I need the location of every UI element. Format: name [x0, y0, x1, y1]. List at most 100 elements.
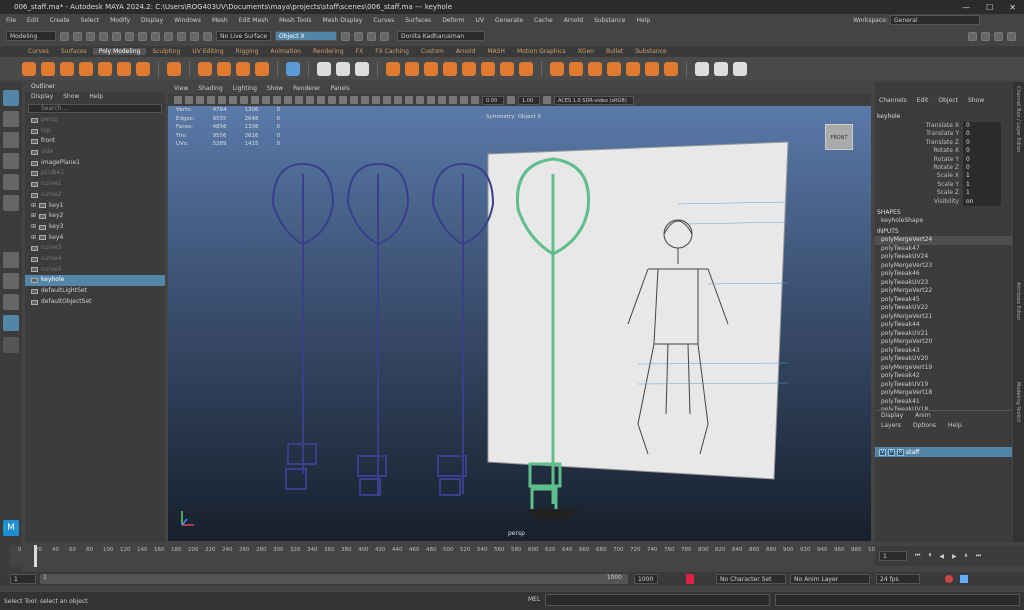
outliner-item[interactable]: curve5: [25, 265, 165, 276]
outliner-menu-help[interactable]: Help: [89, 92, 103, 102]
channel-attribute-row[interactable]: Rotate X0: [875, 147, 1012, 156]
channel-attribute-name[interactable]: Visibility: [875, 198, 963, 206]
reduce-icon[interactable]: [714, 61, 728, 76]
connect-icon[interactable]: [645, 61, 659, 76]
menu-surfaces[interactable]: Surfaces: [405, 17, 431, 24]
outliner-menu-display[interactable]: Display: [31, 92, 53, 102]
play-backwards-icon[interactable]: ◀: [939, 553, 944, 560]
close-button[interactable]: ✕: [1009, 3, 1016, 12]
target-weld-icon[interactable]: [519, 61, 533, 76]
shelf-tab-rigging[interactable]: Rigging: [230, 48, 265, 55]
outliner-item[interactable]: curve3: [25, 243, 165, 254]
channel-attribute-value[interactable]: 0: [963, 122, 1001, 131]
outliner-search-input[interactable]: Search...: [28, 104, 162, 113]
menu-create[interactable]: Create: [50, 17, 70, 24]
channel-attribute-value[interactable]: 0: [963, 155, 1001, 164]
outliner-item[interactable]: ⊞ key2: [25, 211, 165, 222]
channel-attribute-name[interactable]: Translate X: [875, 122, 963, 130]
layer-menu-options[interactable]: Options: [913, 421, 936, 431]
channel-attribute-row[interactable]: Translate Y0: [875, 130, 1012, 139]
menu-help[interactable]: Help: [637, 17, 651, 24]
layer-menu-layers[interactable]: Layers: [881, 421, 901, 431]
input-node[interactable]: polyMergeVert18: [875, 389, 1012, 398]
tool-settings-icon[interactable]: [994, 31, 1003, 41]
symmetry-dropdown[interactable]: Object X: [275, 31, 337, 41]
outliner-item[interactable]: pCube1: [25, 168, 165, 179]
bevel-icon[interactable]: [443, 61, 457, 76]
range-slider[interactable]: 1 1000: [40, 574, 628, 584]
sweep-mesh-icon[interactable]: [217, 61, 231, 76]
render-settings-icon[interactable]: [367, 31, 376, 41]
shelf-tab-arnold[interactable]: Arnold: [450, 48, 481, 55]
four-view-icon[interactable]: [3, 273, 19, 289]
rotate-tool-icon[interactable]: [3, 174, 19, 190]
insert-edge-loop-icon[interactable]: [569, 61, 583, 76]
expand-icon[interactable]: ⊞: [31, 201, 36, 212]
shelf-tab-animation[interactable]: Animation: [264, 48, 307, 55]
shelf-tab-curves[interactable]: Curves: [22, 48, 55, 55]
attribute-editor-icon[interactable]: [981, 31, 990, 41]
menu-file[interactable]: File: [6, 17, 16, 24]
menu-substance[interactable]: Substance: [594, 17, 625, 24]
input-node[interactable]: polyTweak42: [875, 372, 1012, 381]
outliner-item[interactable]: curve4: [25, 254, 165, 265]
input-node[interactable]: polyMergeVert20: [875, 338, 1012, 347]
merge-icon[interactable]: [500, 61, 514, 76]
image-plane[interactable]: [487, 141, 789, 480]
character-set-field[interactable]: No Character Set: [716, 574, 786, 584]
channel-attribute-value[interactable]: 1: [963, 172, 1001, 181]
channel-attribute-value[interactable]: 0: [963, 138, 1001, 148]
menu-edit-mesh[interactable]: Edit Mesh: [239, 17, 268, 24]
keyframe-prefs-icon[interactable]: [960, 575, 968, 583]
outliner-item[interactable]: curve2: [25, 190, 165, 201]
select-object-icon[interactable]: [125, 31, 134, 41]
layer-reference-toggle[interactable]: R: [897, 448, 904, 456]
shelf-tab-motion-graphics[interactable]: Motion Graphics: [511, 48, 572, 55]
undo-icon[interactable]: [86, 31, 95, 41]
layer-tab-anim[interactable]: Anim: [915, 411, 930, 421]
channel-attribute-value[interactable]: 0: [963, 130, 1001, 139]
hypershade-icon[interactable]: [380, 31, 389, 41]
input-node[interactable]: polyTweak46: [875, 270, 1012, 279]
live-surface-field[interactable]: No Live Surface: [216, 31, 271, 41]
channel-attribute-name[interactable]: Rotate Y: [875, 156, 963, 164]
combine-icon[interactable]: [317, 61, 331, 76]
ipr-render-icon[interactable]: [354, 31, 363, 41]
channel-menu-show[interactable]: Show: [968, 96, 984, 106]
outliner-item[interactable]: imagePlane1: [25, 158, 165, 169]
input-node[interactable]: polyMergeVert23: [875, 262, 1012, 271]
poly-cube-icon[interactable]: [41, 61, 55, 76]
paint-select-icon[interactable]: [3, 132, 19, 148]
input-node[interactable]: polyTweak43: [875, 347, 1012, 356]
layer-playback-toggle[interactable]: P: [888, 448, 895, 456]
svg-icon[interactable]: [255, 61, 269, 76]
anim-layer-field[interactable]: No Anim Layer: [790, 574, 870, 584]
append-polygon-icon[interactable]: [481, 61, 495, 76]
outliner-item[interactable]: ⊞ key1: [25, 201, 165, 212]
shelf-tab-fx-caching[interactable]: FX Caching: [369, 48, 415, 55]
single-perspective-icon[interactable]: [3, 252, 19, 268]
search-icon[interactable]: [3, 337, 19, 353]
offset-edge-loop-icon[interactable]: [588, 61, 602, 76]
menu-curves[interactable]: Curves: [373, 17, 394, 24]
outliner-item[interactable]: ⊞ key3: [25, 222, 165, 233]
loop-icon[interactable]: [945, 575, 953, 583]
channel-attribute-row[interactable]: Scale Y1: [875, 180, 1012, 190]
user-account-dropdown[interactable]: Donita Kadharusman: [397, 31, 485, 41]
outliner-menu-show[interactable]: Show: [63, 92, 79, 102]
channel-attribute-row[interactable]: Translate Z0: [875, 138, 1012, 148]
channel-menu-object[interactable]: Object: [938, 96, 958, 106]
channel-attribute-name[interactable]: Rotate X: [875, 147, 963, 155]
uv-editor-icon[interactable]: [286, 61, 300, 76]
outliner-item[interactable]: top: [25, 126, 165, 137]
channel-attribute-row[interactable]: Scale Z1: [875, 189, 1012, 198]
mel-input[interactable]: [545, 594, 770, 606]
menu-generate[interactable]: Generate: [495, 17, 523, 24]
shelf-tab-surfaces[interactable]: Surfaces: [55, 48, 93, 55]
viewport-panel[interactable]: View Shading Lighting Show Renderer Panels 0.…: [168, 84, 871, 541]
channel-box-icon[interactable]: [1007, 31, 1016, 41]
menuset-dropdown[interactable]: Modeling: [6, 31, 56, 41]
mirror-icon[interactable]: [695, 61, 709, 76]
boolean-icon[interactable]: [386, 61, 400, 76]
menu-uv[interactable]: UV: [476, 17, 485, 24]
